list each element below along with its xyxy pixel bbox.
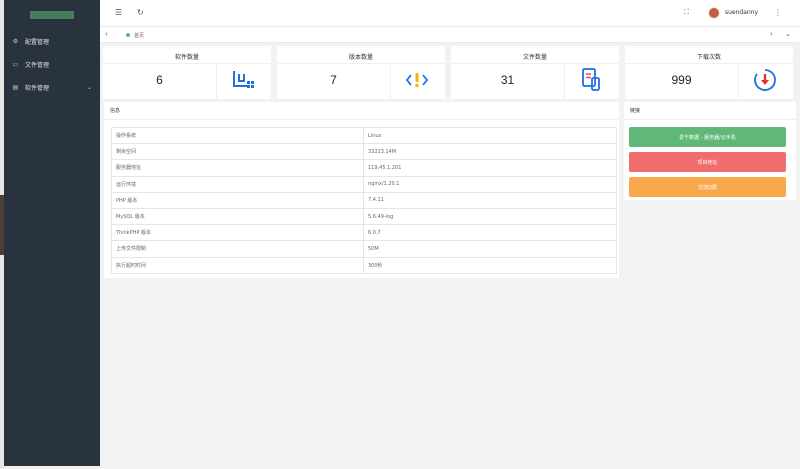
sidebar-item-config[interactable]: ⚙ 配置管理	[4, 30, 100, 53]
app-icon: ▤	[12, 84, 19, 91]
gear-icon: ⚙	[12, 38, 19, 45]
stat-card-software: 软件数量 6	[103, 46, 271, 99]
table-cell-value: 7.4.11	[363, 191, 617, 209]
divider	[390, 64, 391, 99]
divider	[624, 119, 796, 120]
divider	[564, 64, 565, 99]
divider	[625, 63, 793, 64]
panel-title: 链接	[630, 108, 641, 114]
table-cell-value: nginx/1.20.1	[363, 175, 617, 193]
logo	[4, 0, 100, 30]
stat-title: 文件数量	[522, 54, 547, 61]
stat-card-versions: 版本数量 7	[277, 46, 445, 99]
table-cell-value: 33223.14M	[363, 143, 617, 161]
divider	[277, 63, 445, 64]
table-cell-value: 5.6.49-log	[363, 207, 617, 226]
sidebar: ⚙ 配置管理 ▭ 文件管理 ▤ 软件管理 ⌄	[4, 0, 100, 466]
sidebar-item-label: 软件管理	[25, 85, 50, 92]
table-row: ThinkPHP 版本 6.0.7	[111, 224, 617, 242]
divider	[738, 64, 739, 99]
table-cell-key: MySQL 版本	[111, 207, 364, 226]
stat-title: 版本数量	[348, 54, 373, 61]
table-cell-value: 300秒	[363, 256, 617, 274]
table-cell-key: ThinkPHP 版本	[111, 224, 364, 242]
stat-value: 6	[156, 73, 163, 87]
avatar[interactable]	[708, 7, 720, 19]
tab-label: 首页	[134, 32, 145, 39]
chevron-down-icon: ⌄	[86, 84, 92, 91]
table-row: 运行环境 nginx/1.20.1	[111, 175, 617, 193]
links-panel: 链接 爱千数据 - 服务器/云手机 项目地址 交流Q群	[624, 102, 796, 200]
table-cell-key: 上传文件限制	[111, 240, 364, 258]
table-row: 执行超时时间 300秒	[111, 256, 617, 274]
table-row: PHP 版本 7.4.11	[111, 191, 617, 209]
table-cell-value: 50M	[363, 240, 617, 258]
info-panel: 信息 操作系统 Linux 剩余空间 33223.14M 服务器地址 119.45.1…	[104, 102, 619, 278]
software-icon	[233, 71, 254, 88]
table-cell-value: 6.0.7	[363, 224, 617, 242]
file-icon: ▭	[12, 61, 19, 68]
stat-title: 软件数量	[174, 54, 199, 61]
refresh-icon[interactable]: ↻	[137, 8, 144, 17]
active-dot	[126, 33, 130, 37]
sidebar-item-label: 配置管理	[25, 39, 50, 46]
tab-home[interactable]: 首页	[122, 28, 144, 42]
tabs-dropdown-icon[interactable]: ⌄	[785, 30, 791, 38]
username[interactable]: suendanny	[725, 9, 758, 16]
document-icon	[582, 68, 600, 91]
link-button-server[interactable]: 爱千数据 - 服务器/云手机	[629, 127, 786, 147]
table-row: 服务器地址 119.45.1.201	[111, 159, 617, 177]
stat-card-files: 文件数量 31	[451, 46, 619, 99]
divider	[451, 63, 619, 64]
info-table: 操作系统 Linux 剩余空间 33223.14M 服务器地址 119.45.1.20…	[111, 126, 617, 274]
table-cell-key: 执行超时时间	[111, 256, 364, 274]
tabs-prev-icon[interactable]: ‹	[105, 30, 108, 38]
table-cell-value: 119.45.1.201	[363, 159, 617, 177]
table-row: 上传文件限制 50M	[111, 240, 617, 258]
table-cell-key: 服务器地址	[111, 159, 364, 177]
table-row: 操作系统 Linux	[111, 126, 617, 145]
table-row: 剩余空间 33223.14M	[111, 143, 617, 161]
divider	[104, 119, 619, 120]
tabs-next-icon[interactable]: ›	[770, 30, 773, 38]
table-cell-key: 剩余空间	[111, 143, 364, 161]
table-cell-key: PHP 版本	[111, 191, 364, 209]
sidebar-item-label: 文件管理	[25, 62, 50, 69]
download-icon	[754, 69, 776, 91]
divider	[216, 64, 217, 99]
link-button-qq-group[interactable]: 交流Q群	[629, 177, 786, 197]
menu-icon[interactable]: ☰	[115, 8, 122, 17]
stat-value: 999	[671, 73, 692, 87]
link-button-project[interactable]: 项目地址	[629, 152, 786, 172]
sidebar-item-files[interactable]: ▭ 文件管理	[4, 53, 100, 76]
logo-image	[30, 11, 74, 19]
tabs-bar: ‹ 首页 › ⌄	[100, 27, 800, 43]
stat-value: 7	[330, 73, 337, 87]
table-cell-key: 运行环境	[111, 175, 364, 193]
table-row: MySQL 版本 5.6.49-log	[111, 207, 617, 226]
top-header: ☰ ↻ ⛶ suendanny ⋮	[100, 0, 800, 27]
code-warning-icon	[405, 73, 429, 88]
fullscreen-icon[interactable]: ⛶	[684, 8, 689, 17]
table-cell-value: Linux	[363, 126, 617, 145]
stat-value: 31	[500, 73, 515, 87]
stat-title: 下载次数	[696, 54, 721, 61]
stat-card-downloads: 下载次数 999	[625, 46, 793, 99]
panel-title: 信息	[110, 108, 121, 114]
more-icon[interactable]: ⋮	[774, 8, 782, 17]
divider	[103, 63, 271, 64]
table-cell-key: 操作系统	[111, 126, 364, 145]
sidebar-item-software[interactable]: ▤ 软件管理 ⌄	[4, 76, 100, 99]
